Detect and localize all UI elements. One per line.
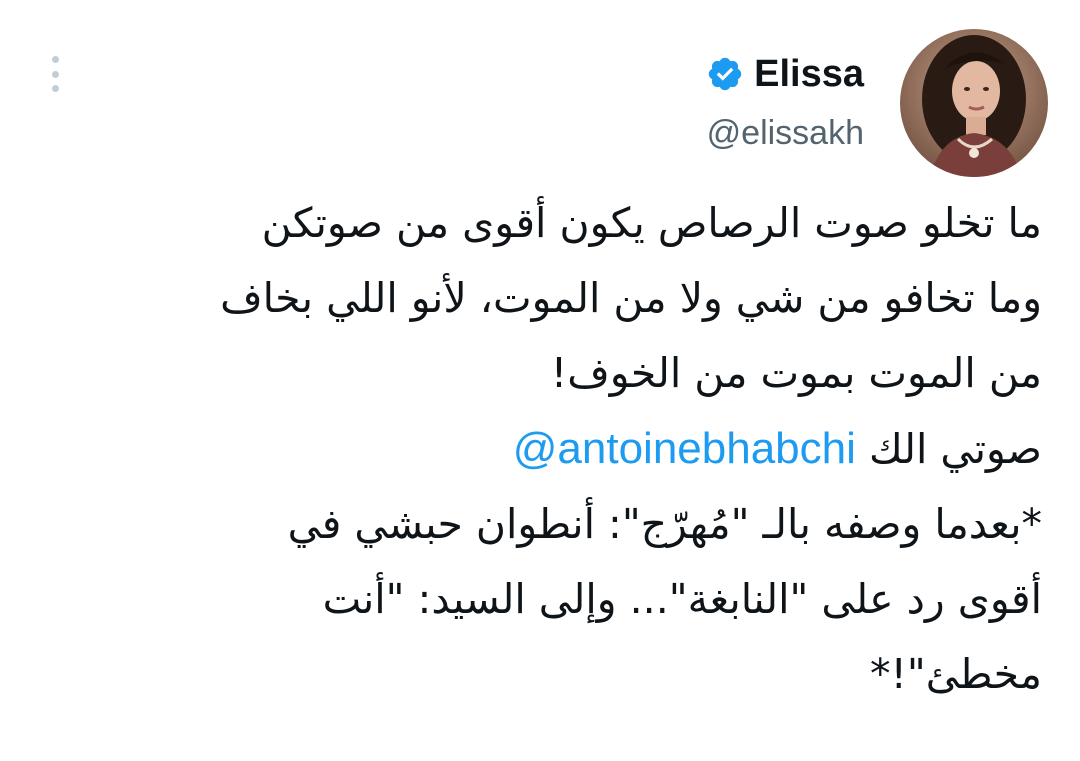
more-options-button[interactable] <box>40 52 70 96</box>
mention-line: صوتي الك @antoinebhabchi <box>30 411 1042 487</box>
headline-line: مخطئ"!* <box>869 650 1042 698</box>
tweet-text: ما تخلو صوت الرصاص يكون أقوى من صوتكن وم… <box>30 186 1042 712</box>
more-dot-icon <box>51 85 59 92</box>
profile-photo-icon <box>900 29 1048 177</box>
more-dot-icon <box>51 56 59 63</box>
more-dot-icon <box>51 70 59 78</box>
headline-line: أقوى رد على "النابغة"... وإلى السيد: "أن… <box>322 575 1042 623</box>
tweet-header: Elissa @elissakh <box>706 28 1048 178</box>
headline-line: *بعدما وصفه بالـ "مُهرّج": أنطوان حبشي ف… <box>287 500 1042 548</box>
verified-badge-icon <box>708 57 742 91</box>
author-name-row: Elissa <box>706 51 864 97</box>
avatar[interactable] <box>900 29 1048 177</box>
author-handle[interactable]: @elissakh <box>707 111 864 155</box>
mention-link[interactable]: @antoinebhabchi <box>513 424 856 473</box>
mention-prefix: صوتي الك <box>868 425 1042 473</box>
author-identity[interactable]: Elissa @elissakh <box>706 51 864 155</box>
tweet-line: من الموت بموت من الخوف! <box>550 349 1042 397</box>
tweet-line: وما تخافو من شي ولا من الموت، لأنو اللي … <box>220 274 1042 322</box>
tweet-line: ما تخلو صوت الرصاص يكون أقوى من صوتكن <box>261 199 1042 247</box>
author-display-name[interactable]: Elissa <box>754 51 864 97</box>
